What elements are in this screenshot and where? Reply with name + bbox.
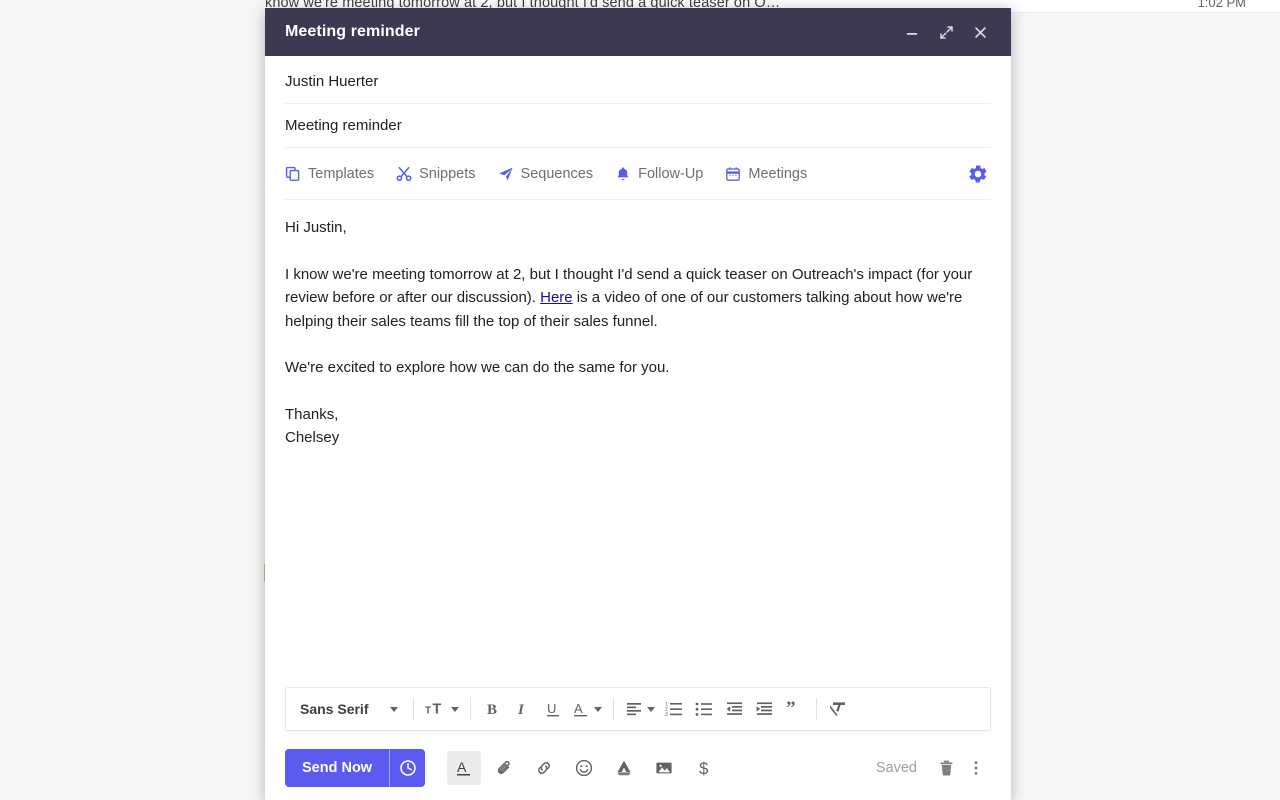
plugin-label-templates: Templates (308, 165, 375, 182)
chevron-down-icon (451, 706, 460, 712)
toolbar-divider (413, 698, 415, 720)
align-icon[interactable] (621, 693, 659, 725)
plugin-item-follow-up[interactable]: Follow-Up (615, 166, 703, 182)
format-toolbar-wrapper: Sans Serif T T B I U A 1 2 3 ” (265, 682, 1011, 736)
close-icon[interactable] (963, 15, 997, 49)
body-signature: Chelsey (285, 429, 340, 446)
paper-plane-icon (498, 166, 514, 182)
chevron-down-icon (390, 706, 399, 712)
compose-title-bar[interactable]: Meeting reminder (265, 8, 1011, 56)
subject-field[interactable]: Meeting reminder (285, 104, 991, 148)
italic-icon[interactable]: I (508, 693, 538, 725)
toolbar-divider (613, 698, 615, 720)
toolbar-divider (816, 698, 818, 720)
svg-text:”: ” (786, 700, 796, 718)
left-background-gutter (0, 0, 265, 800)
plugin-label-sequences: Sequences (520, 165, 594, 182)
subject-value: Meeting reminder (285, 117, 402, 134)
saved-status-label: Saved (875, 760, 917, 776)
plugin-label-snippets: Snippets (419, 165, 476, 182)
text-color-icon[interactable]: A (568, 693, 606, 725)
quote-icon[interactable]: ” (779, 693, 809, 725)
numbered-list-icon[interactable]: 1 2 3 (659, 693, 689, 725)
compose-window: Meeting reminder Justin Huerter Meeting … (265, 8, 1011, 800)
google-drive-icon[interactable] (607, 751, 641, 785)
minimize-icon[interactable] (895, 15, 929, 49)
bulleted-list-icon[interactable] (689, 693, 719, 725)
clock-icon[interactable] (389, 749, 425, 787)
bell-icon (615, 166, 631, 182)
body-paragraph-1: I know we're meeting tomorrow at 2, but … (285, 263, 991, 334)
plugin-item-meetings[interactable]: Meetings (725, 166, 807, 182)
plugin-label-meetings: Meetings (748, 165, 808, 182)
attach-file-icon[interactable] (487, 751, 521, 785)
indent-icon[interactable] (749, 693, 779, 725)
remove-formatting-icon[interactable] (824, 693, 854, 725)
svg-text:$: $ (699, 759, 709, 778)
right-background-gutter (1011, 0, 1280, 800)
font-family-select[interactable]: Sans Serif (294, 693, 406, 725)
gear-icon[interactable] (967, 163, 991, 185)
svg-text:U: U (547, 701, 556, 716)
video-link[interactable]: Here (540, 289, 573, 306)
svg-text:I: I (517, 702, 525, 718)
underline-icon[interactable]: U (538, 693, 568, 725)
calendar-icon (725, 166, 741, 182)
insert-money-icon[interactable]: $ (687, 751, 721, 785)
recipient-field[interactable]: Justin Huerter (285, 60, 991, 104)
outdent-icon[interactable] (719, 693, 749, 725)
background-message-timestamp: 1:02 PM (1197, 0, 1246, 10)
compose-window-title: Meeting reminder (285, 23, 420, 40)
compose-action-bar: Send Now A $ Saved (265, 736, 1011, 800)
svg-text:B: B (487, 702, 497, 718)
svg-text:T: T (433, 702, 442, 718)
svg-text:A: A (457, 759, 467, 775)
more-vertical-icon[interactable] (961, 751, 991, 785)
bold-icon[interactable]: B (478, 693, 508, 725)
insert-link-icon[interactable] (527, 751, 561, 785)
format-options-icon[interactable]: A (447, 751, 482, 785)
body-greeting: Hi Justin, (285, 219, 347, 236)
trash-icon[interactable] (931, 751, 961, 785)
send-now-button[interactable]: Send Now (285, 749, 389, 787)
body-paragraph-2: We're excited to explore how we can do t… (285, 359, 670, 376)
email-body[interactable]: Hi Justin, I know we're meeting tomorrow… (265, 200, 1011, 682)
chevron-down-icon (594, 706, 603, 712)
expand-icon[interactable] (929, 15, 963, 49)
send-button-group[interactable]: Send Now (285, 749, 426, 787)
format-toolbar: Sans Serif T T B I U A 1 2 3 ” (285, 687, 991, 731)
svg-text:T: T (425, 706, 432, 717)
outreach-plugin-toolbar: Templates Snippets Sequences Follow-Up M… (285, 148, 991, 200)
font-family-value: Sans Serif (300, 701, 369, 717)
toolbar-divider (470, 698, 472, 720)
body-signoff: Thanks, (285, 405, 339, 423)
chevron-down-icon (647, 706, 656, 712)
recipient-value: Justin Huerter (285, 73, 379, 90)
font-size-icon[interactable]: T T (421, 693, 463, 725)
svg-text:A: A (574, 701, 583, 716)
insert-photo-icon[interactable] (647, 751, 681, 785)
templates-copy-icon (285, 166, 301, 182)
plugin-item-templates[interactable]: Templates (285, 166, 374, 182)
plugin-label-follow-up: Follow-Up (638, 165, 704, 182)
scissors-icon (396, 166, 412, 182)
plugin-item-snippets[interactable]: Snippets (396, 165, 476, 182)
insert-emoji-icon[interactable] (567, 751, 601, 785)
plugin-item-sequences[interactable]: Sequences (498, 165, 594, 182)
svg-text:3: 3 (665, 712, 668, 718)
